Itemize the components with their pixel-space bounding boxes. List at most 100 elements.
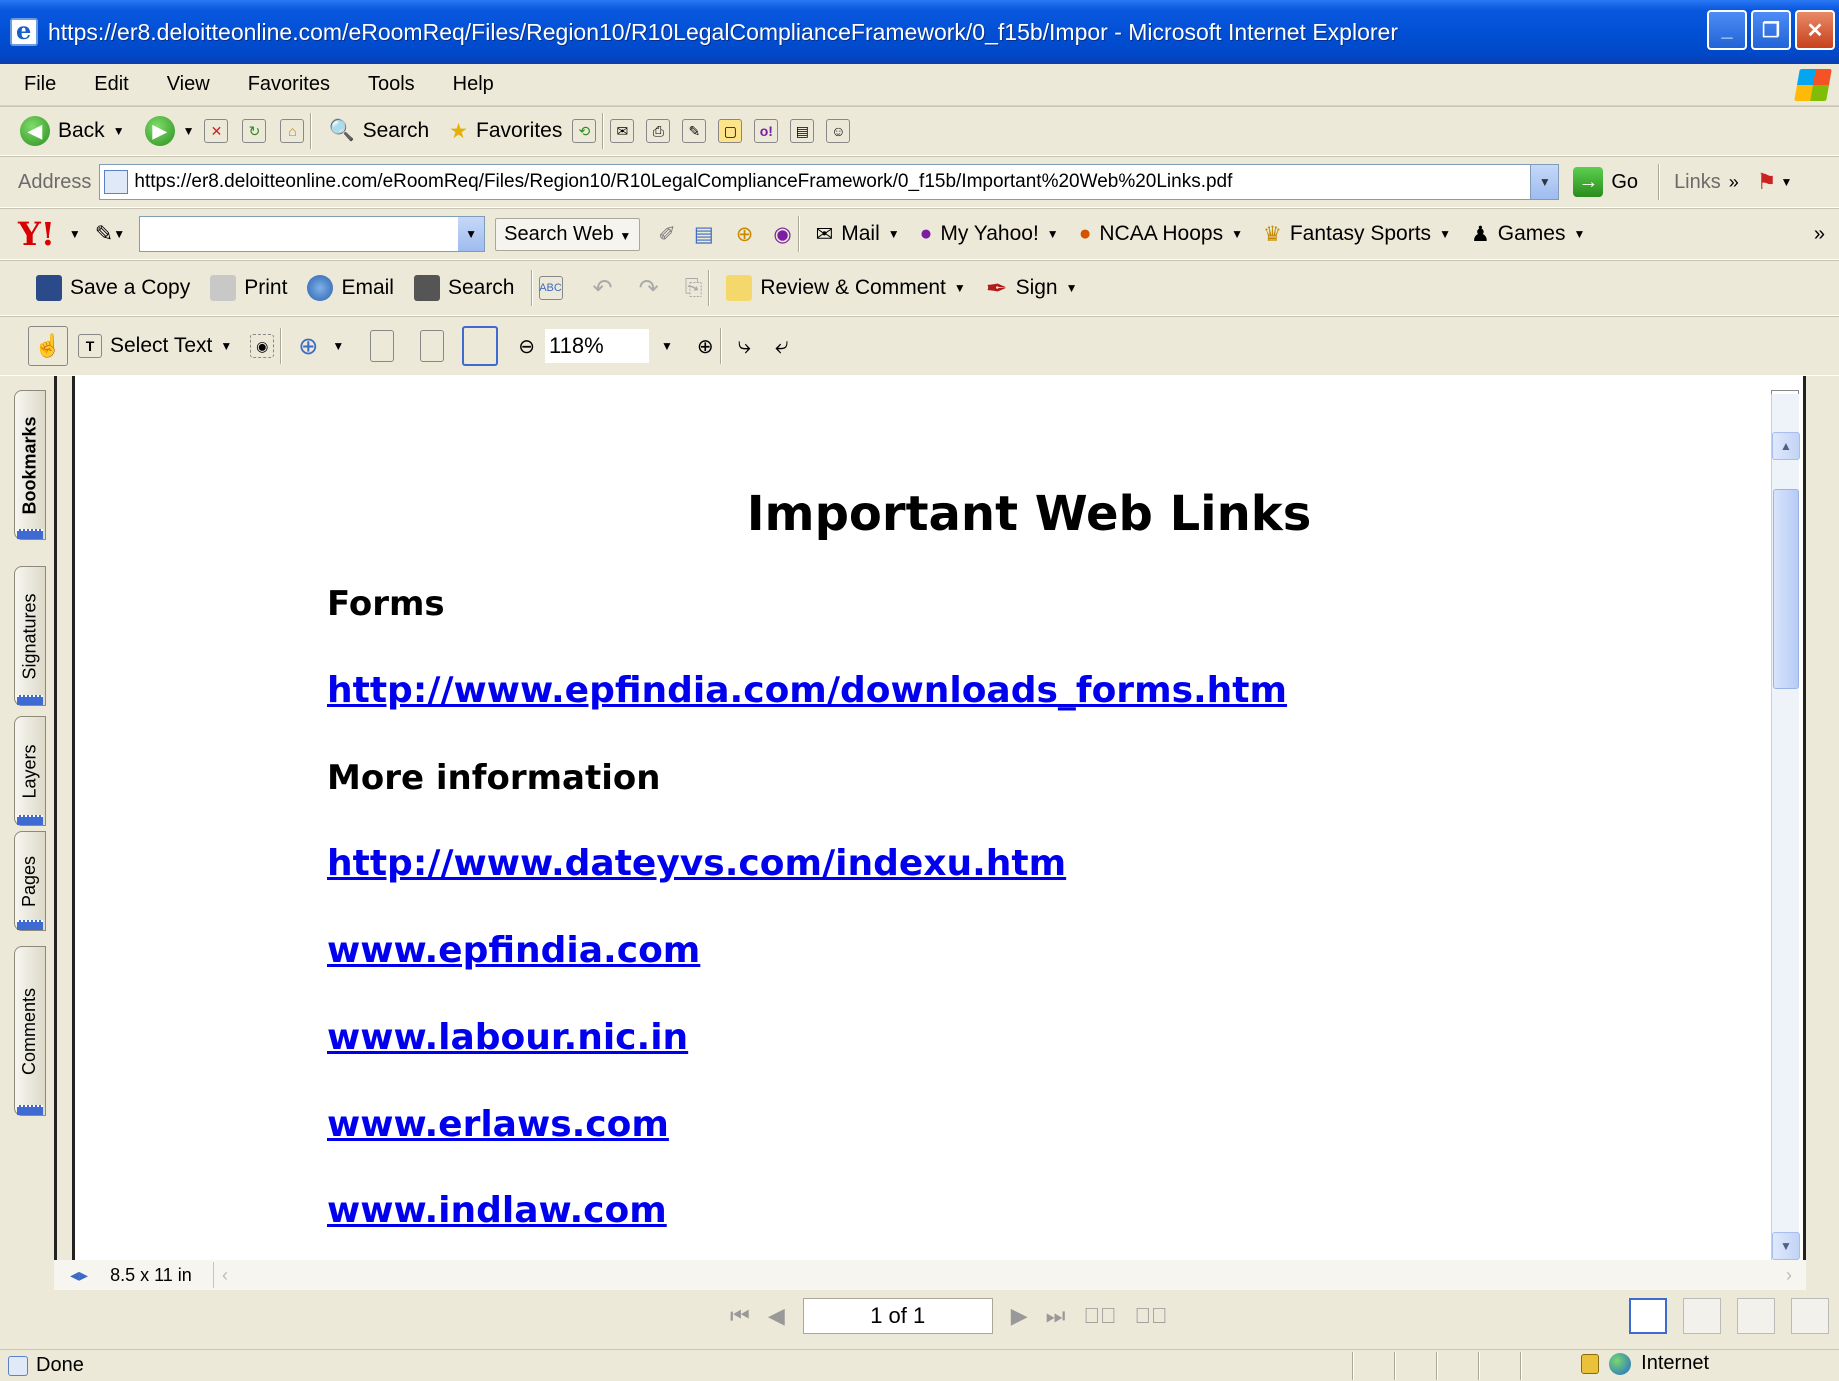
home-icon[interactable]: ⌂	[280, 119, 305, 143]
next-view-icon[interactable]: ▶⃝	[1134, 1303, 1167, 1329]
zoom-out-icon[interactable]: ⊖	[518, 334, 535, 359]
zoom-in-icon[interactable]: ⊕	[298, 332, 318, 361]
pdf-search-button[interactable]: Search	[404, 275, 525, 301]
save-copy-button[interactable]: Save a Copy	[0, 275, 200, 301]
mail-link[interactable]: ✉ Mail ▼	[806, 222, 910, 247]
continuous-facing-view-icon[interactable]	[1737, 1298, 1775, 1334]
scroll-thumb[interactable]	[1773, 489, 1799, 689]
yahoo-messenger-icon[interactable]: o!	[754, 119, 779, 143]
refresh-icon[interactable]: ↻	[242, 119, 267, 143]
actual-size-icon[interactable]	[370, 330, 395, 362]
games-link[interactable]: ♟ Games ▼	[1461, 222, 1595, 247]
spellcheck-icon[interactable]: ABC	[538, 276, 563, 300]
menu-file[interactable]: File	[0, 73, 70, 96]
link-erlaws[interactable]: www.erlaws.com	[327, 1104, 669, 1145]
link-dateyvs[interactable]: http://www.dateyvs.com/indexu.htm	[327, 843, 1066, 884]
scroll-left-icon[interactable]: ‹	[222, 1265, 228, 1286]
links-button[interactable]: Links	[1666, 171, 1729, 194]
forward-button[interactable]: ▶ ▼	[135, 116, 205, 146]
link-labour[interactable]: www.labour.nic.in	[327, 1017, 688, 1058]
zoom-dropdown-icon[interactable]: ▼	[332, 339, 344, 353]
yahoo-logo-icon[interactable]: Y!	[0, 215, 55, 253]
yahoo-search-dropdown-icon[interactable]: ▼	[458, 217, 485, 251]
menu-view[interactable]: View	[143, 73, 224, 96]
zoom-level-field[interactable]: 118%	[545, 329, 649, 363]
history-icon[interactable]: ⟲	[572, 119, 597, 143]
research-icon[interactable]: ▤	[790, 119, 815, 143]
minimize-button[interactable]: _	[1707, 10, 1747, 50]
facing-view-icon[interactable]	[1791, 1298, 1829, 1334]
rotate-clockwise-icon[interactable]: ⤷	[738, 332, 751, 360]
last-page-icon[interactable]: ⏭	[1046, 1303, 1066, 1329]
go-button[interactable]: → Go	[1559, 167, 1652, 197]
zoom-in-small-icon[interactable]: ⊕	[697, 334, 714, 359]
globe-icon[interactable]: ⊕	[736, 222, 754, 247]
print-button[interactable]: Print	[200, 275, 297, 301]
snapshot-icon[interactable]: ◉	[250, 334, 275, 358]
scroll-down-icon[interactable]: ▼	[1772, 1232, 1800, 1260]
link-epfindia[interactable]: www.epfindia.com	[327, 930, 700, 971]
hand-tool-icon[interactable]: ☝	[28, 326, 68, 366]
select-text-button[interactable]: T Select Text ▼	[68, 334, 242, 358]
first-page-icon[interactable]: ⏮	[730, 1303, 750, 1329]
previous-view-icon[interactable]: ◀⃝	[1083, 1303, 1116, 1329]
link-epf-forms[interactable]: http://www.epfindia.com/downloads_forms.…	[327, 670, 1287, 711]
favorites-button[interactable]: ★ Favorites	[439, 119, 572, 144]
edit-icon[interactable]: ✎	[682, 119, 707, 143]
menu-help[interactable]: Help	[429, 73, 508, 96]
discuss-icon[interactable]: ▢	[718, 119, 743, 143]
address-input[interactable]: https://er8.deloitteonline.com/eRoomReq/…	[99, 164, 1560, 200]
acrobat-dropdown-icon[interactable]: ▼	[1781, 175, 1793, 189]
tab-bookmarks[interactable]: Bookmarks	[14, 390, 46, 540]
pencil-dropdown-icon[interactable]: ▼	[113, 227, 125, 241]
scroll-up-icon[interactable]: ▲	[1772, 432, 1800, 460]
fit-page-icon[interactable]	[420, 330, 445, 362]
previous-page-icon[interactable]: ◀	[768, 1303, 785, 1329]
rotate-counterclockwise-icon[interactable]: ⤶	[775, 332, 788, 360]
yahoo-dropdown-icon[interactable]: ▼	[69, 227, 81, 241]
tab-pages[interactable]: Pages	[14, 831, 46, 931]
layout-icon[interactable]: ▤	[694, 222, 714, 247]
next-page-icon[interactable]: ▶	[1011, 1303, 1028, 1329]
more-chevron-icon[interactable]: »	[1814, 223, 1825, 246]
messenger-icon[interactable]: ☺	[826, 119, 851, 143]
my-yahoo-link[interactable]: ● My Yahoo! ▼	[910, 222, 1069, 246]
yahoo-search-input[interactable]: ▼	[139, 216, 486, 252]
acrobat-icon[interactable]: ⚑	[1757, 169, 1777, 195]
menu-favorites[interactable]: Favorites	[224, 73, 344, 96]
forward-dropdown-icon[interactable]: ▼	[183, 124, 195, 138]
search-web-button[interactable]: Search Web ▼	[495, 217, 641, 251]
close-button[interactable]: ✕	[1795, 10, 1835, 50]
menu-tools[interactable]: Tools	[344, 73, 429, 96]
menu-edit[interactable]: Edit	[70, 73, 142, 96]
mail-icon[interactable]: ✉	[610, 119, 635, 143]
pencil-icon[interactable]: ✎	[95, 221, 113, 247]
email-button[interactable]: Email	[297, 275, 404, 301]
continuous-view-icon[interactable]	[1683, 1298, 1721, 1334]
fantasy-sports-link[interactable]: ♛ Fantasy Sports ▼	[1253, 222, 1461, 247]
tab-layers[interactable]: Layers	[14, 716, 46, 826]
chevron-right-icon[interactable]: »	[1729, 172, 1739, 193]
search-button[interactable]: 🔍 Search	[318, 119, 439, 143]
highlight-icon[interactable]: ✐	[658, 222, 676, 247]
zoom-level-dropdown-icon[interactable]: ▼	[661, 339, 673, 353]
stop-icon[interactable]: ✕	[204, 119, 229, 143]
sign-button[interactable]: ✒ Sign ▼	[976, 273, 1088, 304]
link-indlaw[interactable]: www.indlaw.com	[327, 1190, 667, 1231]
address-dropdown-icon[interactable]: ▼	[1530, 165, 1559, 199]
back-dropdown-icon[interactable]: ▼	[113, 124, 125, 138]
restore-button[interactable]: ❐	[1751, 10, 1791, 50]
launchcast-icon[interactable]: ◉	[773, 222, 791, 247]
back-button[interactable]: ◀ Back ▼	[0, 116, 135, 146]
fit-width-icon[interactable]	[462, 326, 499, 366]
single-page-view-icon[interactable]	[1629, 1298, 1667, 1334]
tab-comments[interactable]: Comments	[14, 946, 46, 1116]
scroll-right-icon[interactable]: ›	[1786, 1265, 1792, 1286]
print-icon[interactable]: ⎙	[646, 119, 671, 143]
vertical-scrollbar[interactable]: ▲ ▼	[1771, 394, 1800, 1260]
search-web-label: Search Web	[504, 222, 614, 245]
tab-signatures[interactable]: Signatures	[14, 566, 46, 706]
ncaa-link[interactable]: ● NCAA Hoops ▼	[1069, 222, 1253, 246]
review-comment-button[interactable]: Review & Comment ▼	[716, 275, 975, 301]
page-number-field[interactable]: 1 of 1	[802, 1298, 993, 1334]
